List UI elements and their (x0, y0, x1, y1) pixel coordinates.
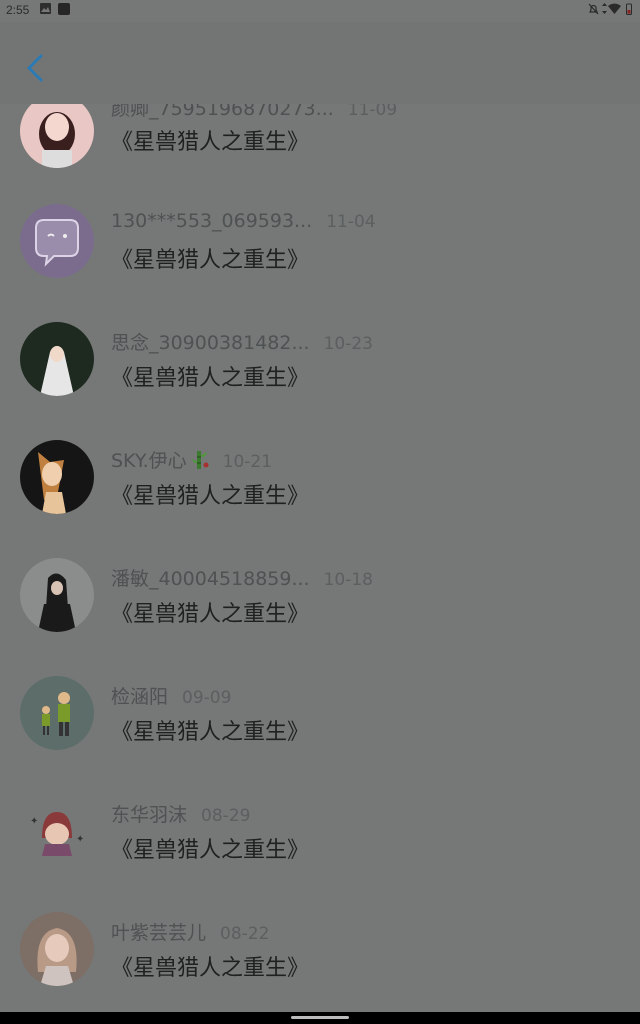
comment-meta: SKY.伊心 10-21 (111, 446, 272, 472)
comment-date: 10-23 (323, 334, 373, 354)
list-item[interactable]: ✦ ✦ 东华羽沫 08-29 《星兽猎人之重生》 (0, 794, 640, 912)
user-name: 叶紫芸芸儿 (111, 922, 207, 944)
user-name: 检涵阳 (111, 686, 169, 708)
comment-date: 11-04 (326, 212, 376, 232)
comment-meta: 潘敏_40004518859... 10-18 (111, 564, 373, 590)
avatar[interactable] (20, 912, 94, 986)
list-item[interactable]: 思念_30900381482... 10-23 《星兽猎人之重生》 (0, 322, 640, 440)
book-title: 《星兽猎人之重生》 (111, 838, 310, 863)
list-item[interactable]: SKY.伊心 10-21 《星兽猎人之重生》 (0, 440, 640, 558)
bamboo-emoji-icon (190, 451, 209, 469)
book-title: 《星兽猎人之重生》 (111, 602, 310, 627)
user-name: 东华羽沫 (111, 804, 188, 826)
comment-meta: 东华羽沫 08-29 (111, 800, 250, 826)
svg-text:✦: ✦ (30, 816, 38, 827)
avatar[interactable] (20, 676, 94, 750)
comment-date: 10-18 (323, 570, 373, 590)
book-title: 《星兽猎人之重生》 (111, 366, 310, 391)
book-title: 《星兽猎人之重生》 (111, 484, 310, 509)
user-name: SKY.伊心 (111, 450, 187, 472)
comment-meta: 叶紫芸芸儿 08-22 (111, 918, 269, 944)
svg-text:✦: ✦ (76, 834, 84, 845)
avatar[interactable] (20, 204, 94, 278)
comment-meta: 130***553_069593... 11-04 (111, 210, 376, 236)
avatar[interactable] (20, 94, 94, 168)
comment-meta: 检涵阳 09-09 (111, 682, 231, 708)
book-title: 《星兽猎人之重生》 (111, 248, 310, 273)
user-name: 130***553_069593... (111, 210, 313, 232)
navigation-bar (0, 1012, 640, 1024)
comment-date: 08-29 (201, 806, 251, 826)
back-button[interactable] (16, 48, 56, 88)
avatar[interactable] (20, 322, 94, 396)
chevron-left-icon (27, 54, 43, 82)
avatar[interactable]: ✦ ✦ (20, 794, 94, 868)
book-title: 《星兽猎人之重生》 (111, 130, 310, 155)
comment-date: 10-21 (222, 452, 273, 472)
comment-list: 颜卿_7595196870273... 11-09 《星兽猎人之重生》 130**… (0, 0, 640, 1012)
avatar[interactable] (20, 440, 94, 514)
comment-meta: 思念_30900381482... 10-23 (111, 328, 373, 354)
avatar[interactable] (20, 558, 94, 632)
header-bar (0, 22, 640, 104)
user-name: 潘敏_40004518859... (111, 568, 310, 590)
list-item[interactable]: 检涵阳 09-09 《星兽猎人之重生》 (0, 676, 640, 794)
list-item[interactable]: 潘敏_40004518859... 10-18 《星兽猎人之重生》 (0, 558, 640, 676)
home-indicator[interactable] (291, 1016, 349, 1019)
user-name: 思念_30900381482... (111, 332, 310, 354)
comment-date: 08-22 (220, 924, 270, 944)
comment-date: 09-09 (182, 688, 232, 708)
book-title: 《星兽猎人之重生》 (111, 956, 310, 981)
book-title: 《星兽猎人之重生》 (111, 720, 310, 745)
list-item[interactable]: 叶紫芸芸儿 08-22 《星兽猎人之重生》 (0, 912, 640, 1012)
list-item[interactable]: 130***553_069593... 11-04 《星兽猎人之重生》 (0, 204, 640, 322)
